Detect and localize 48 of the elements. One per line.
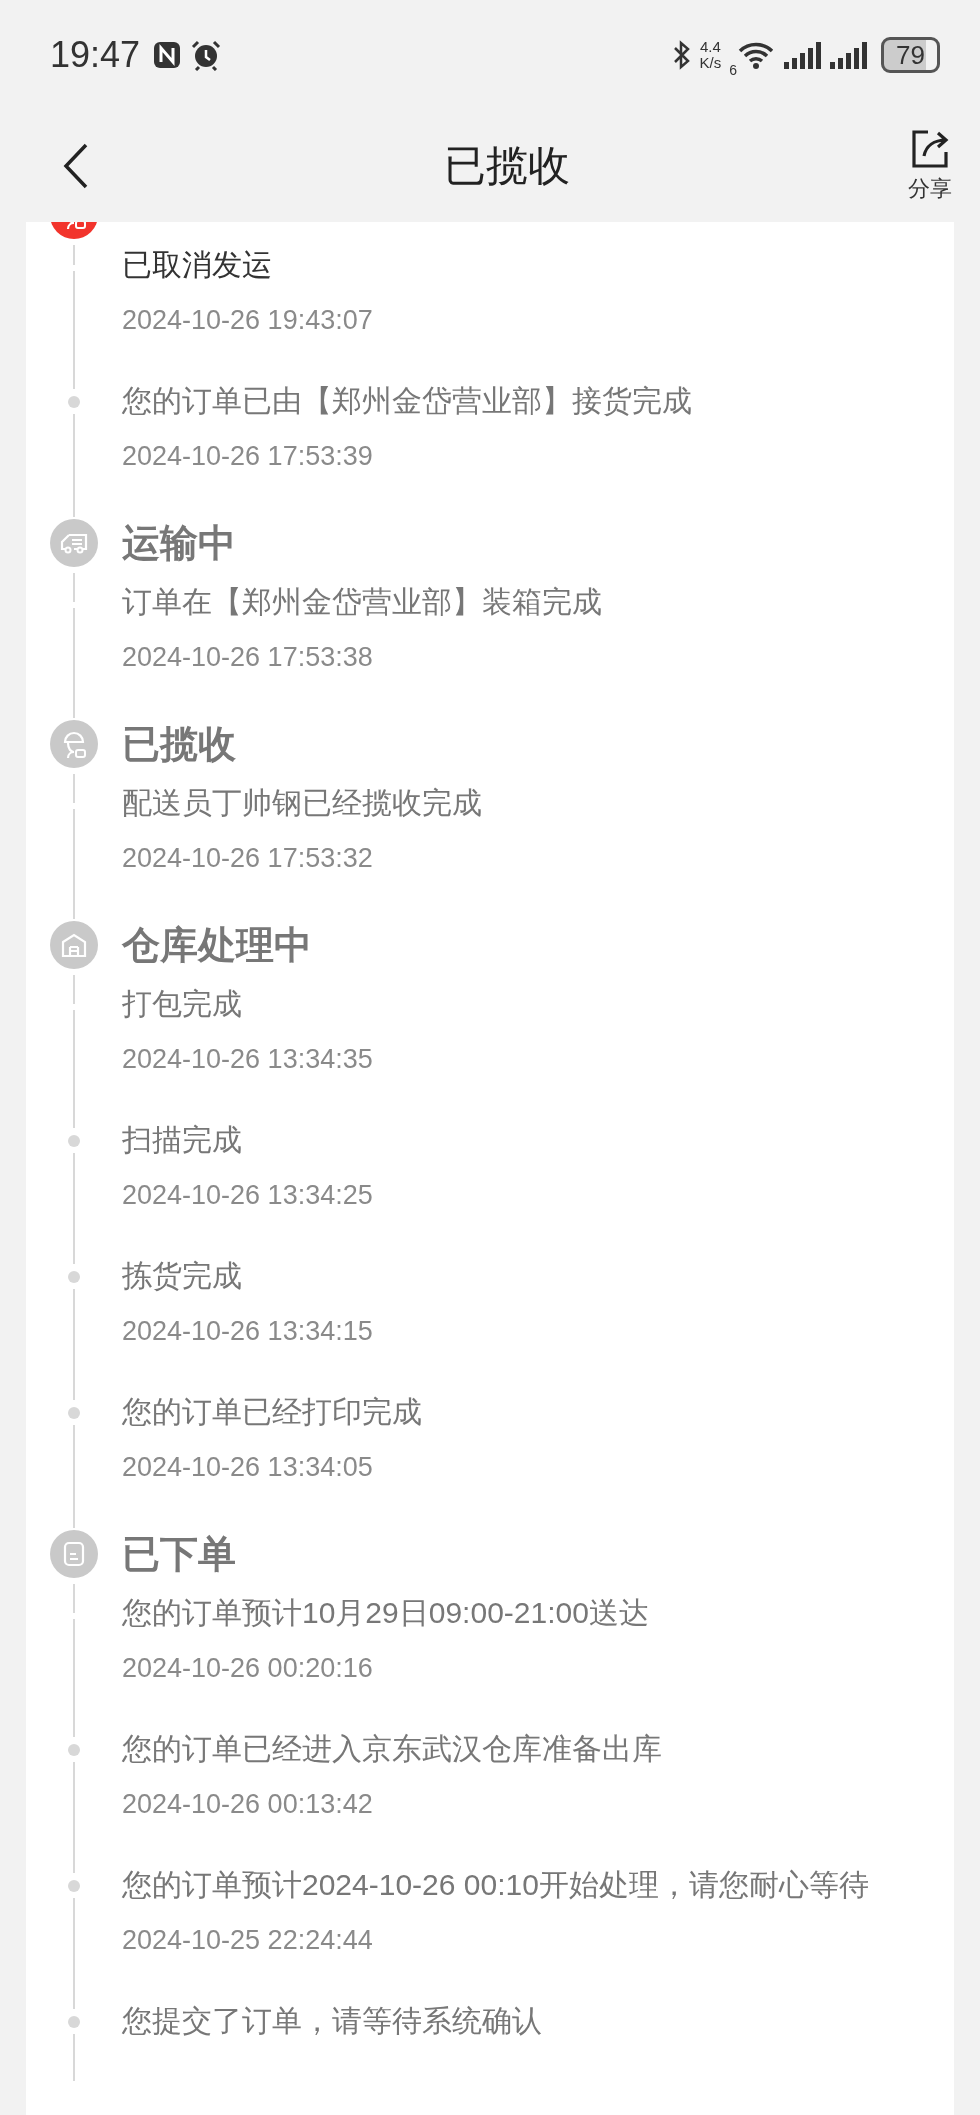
bluetooth-icon — [671, 39, 692, 71]
event-text: 您的订单已由【郑州金岱营业部】接货完成 — [122, 383, 693, 419]
event-time: 2024-10-26 13:34:25 — [122, 1179, 374, 1212]
event-text: 配送员丁帅钢已经揽收完成 — [122, 785, 483, 821]
event-time: 2024-10-26 13:34:15 — [122, 1315, 374, 1348]
status-title: 运输中 — [122, 521, 237, 566]
event-time: 2024-10-25 22:24:44 — [122, 1924, 374, 1957]
event-text: 拣货完成 — [122, 1258, 243, 1294]
speed-unit: K/s — [699, 55, 722, 71]
event-time: 2024-10-26 17:53:32 — [122, 842, 374, 875]
event-text: 您提交了订单，请等待系统确认 — [122, 2003, 543, 2039]
speed-value: 4.4 — [700, 39, 721, 55]
back-icon[interactable] — [62, 143, 90, 189]
event-text: 您的订单已经进入京东武汉仓库准备出库 — [122, 1731, 663, 1767]
event-time: 2024-10-26 13:34:35 — [122, 1043, 374, 1076]
wifi-label: 6 — [729, 62, 738, 78]
signal-icon — [829, 40, 868, 70]
timeline-dot — [68, 1744, 80, 1756]
event-text: 您的订单预计10月29日09:00-21:00送达 — [122, 1595, 650, 1631]
timeline-dot — [68, 1407, 80, 1419]
clock-time: 19:47 — [50, 34, 141, 76]
alarm-icon — [190, 39, 223, 71]
signal-icon — [783, 40, 822, 70]
nfc-icon — [152, 40, 183, 70]
event-text: 您的订单预计2024-10-26 00:10开始处理，请您耐心等待 — [122, 1867, 870, 1903]
page-title: 已揽收 — [444, 141, 570, 191]
status-title: 已下单 — [122, 1532, 237, 1577]
event-time: 2024-10-26 19:43:07 — [122, 304, 374, 337]
timeline-dot — [68, 396, 80, 408]
status-title: 已揽收 — [122, 722, 237, 767]
timeline-dot — [68, 1135, 80, 1147]
timeline-dot — [68, 2016, 80, 2028]
share-button[interactable]: 分享 — [908, 128, 952, 204]
event-time: 2024-10-26 00:13:42 — [122, 1788, 374, 1821]
event-time: 2024-10-26 17:53:38 — [122, 641, 374, 674]
event-text: 打包完成 — [122, 986, 243, 1022]
event-text: 扫描完成 — [122, 1122, 243, 1158]
event-text: 订单在【郑州金岱营业部】装箱完成 — [122, 584, 603, 620]
event-text: 已取消发运 — [122, 247, 273, 283]
event-time: 2024-10-26 00:20:16 — [122, 1652, 374, 1685]
event-time: 2024-10-26 13:34:05 — [122, 1451, 374, 1484]
event-text: 您的订单已经打印完成 — [122, 1394, 423, 1430]
timeline-dot — [68, 1880, 80, 1892]
battery-indicator: 79 — [881, 37, 940, 73]
timeline-dot — [68, 1271, 80, 1283]
status-title: 仓库处理中 — [122, 923, 313, 968]
event-time: 2024-10-26 17:53:39 — [122, 440, 374, 473]
wifi-icon — [737, 40, 776, 70]
